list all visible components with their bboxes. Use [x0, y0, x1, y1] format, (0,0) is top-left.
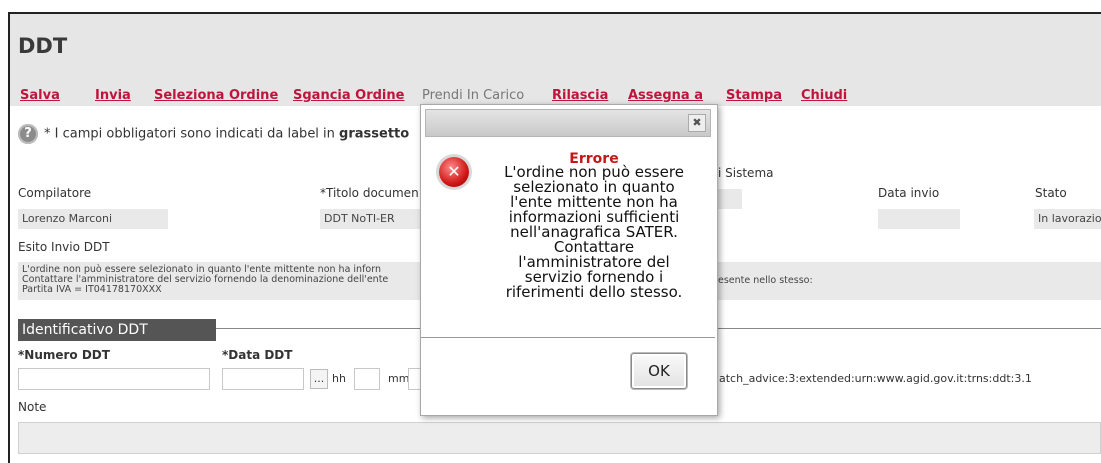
title-bar: DDT [10, 14, 1101, 84]
data-ddt-input[interactable] [222, 368, 304, 390]
page-title: DDT [18, 34, 68, 58]
unlink-order-button[interactable]: Sgancia Ordine [293, 88, 404, 103]
hh-input[interactable] [354, 368, 380, 390]
hh-label: hh [332, 372, 346, 385]
select-order-button[interactable]: Seleziona Ordine [154, 88, 278, 103]
compilatore-value: Lorenzo Marconi [18, 209, 168, 229]
note-label: Note [18, 400, 47, 414]
send-button[interactable]: Invia [95, 88, 131, 103]
help-icon[interactable]: ? [18, 124, 38, 144]
titolo-value: DDT NoTI-ER [320, 209, 430, 229]
close-icon[interactable]: ✖ [688, 114, 706, 132]
sistema-label: i Sistema [718, 166, 774, 180]
note-textarea[interactable] [18, 422, 1101, 454]
stato-label: Stato [1035, 186, 1067, 200]
numero-ddt-label: *Numero DDT [18, 348, 110, 362]
assign-to-button[interactable]: Assegna a [628, 88, 703, 103]
save-button[interactable]: Salva [20, 88, 60, 103]
release-button[interactable]: Rilascia [552, 88, 608, 103]
error-dialog: ✖ ✕ Errore L'ordine non può essere selez… [420, 104, 718, 416]
mandatory-fields-note: ? * I campi obbligatori sono indicati da … [18, 124, 409, 144]
numero-ddt-input[interactable] [18, 368, 210, 390]
mm-label: mm [388, 372, 410, 385]
toolbar: Salva Invia Seleziona Ordine Sgancia Ord… [10, 84, 1101, 106]
urn-text: atch_advice:3:extended:urn:www.agid.gov.… [719, 372, 1032, 385]
stato-value: In lavorazio [1034, 209, 1101, 229]
data-ddt-label: *Data DDT [222, 348, 293, 362]
data-invio-value [878, 209, 960, 229]
dialog-divider [421, 337, 715, 338]
error-message: L'ordine non può essere selezionato in q… [504, 163, 684, 301]
ok-button[interactable]: OK [631, 353, 687, 389]
error-icon: ✕ [439, 157, 469, 187]
close-button[interactable]: Chiudi [801, 88, 847, 103]
section-title: Identificativo DDT [18, 319, 216, 341]
compilatore-label: Compilatore [18, 186, 92, 200]
print-button[interactable]: Stampa [726, 88, 782, 103]
esito-label: Esito Invio DDT [18, 240, 110, 254]
take-charge-button[interactable]: Prendi In Carico [422, 88, 524, 103]
sistema-value [718, 189, 742, 209]
data-invio-label: Data invio [878, 186, 940, 200]
date-picker-button[interactable]: ... [310, 369, 328, 389]
titolo-label: *Titolo documen [320, 186, 419, 200]
dialog-titlebar: ✖ [425, 109, 711, 137]
